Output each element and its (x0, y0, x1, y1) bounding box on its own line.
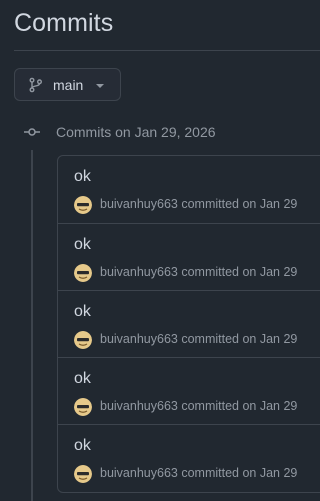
commit-meta: buivanhuy663 committed on Jan 29 (100, 332, 297, 346)
commit-message[interactable]: ok (74, 236, 91, 254)
commit-meta: buivanhuy663 committed on Jan 29 (100, 466, 297, 480)
commit-date: committed on Jan 29 (181, 332, 298, 346)
avatar[interactable] (74, 398, 92, 416)
commit-author[interactable]: buivanhuy663 (100, 197, 178, 211)
commit-list: ok buivanhuy663 committed on Jan 29 ok b… (57, 155, 320, 493)
commit-author[interactable]: buivanhuy663 (100, 265, 178, 279)
commits-page: Commits main Commits on Jan 29, 2026 ok … (0, 0, 320, 501)
branch-name: main (53, 77, 84, 93)
commit-author[interactable]: buivanhuy663 (100, 466, 178, 480)
git-commit-icon (24, 128, 40, 136)
avatar[interactable] (74, 196, 92, 214)
git-branch-icon (29, 77, 42, 93)
commit-author[interactable]: buivanhuy663 (100, 332, 178, 346)
timeline-line (31, 150, 33, 501)
commit-date: committed on Jan 29 (181, 265, 298, 279)
page-title: Commits (14, 9, 114, 37)
commit-row[interactable]: ok buivanhuy663 committed on Jan 29 (58, 424, 320, 491)
commit-row[interactable]: ok buivanhuy663 committed on Jan 29 (58, 223, 320, 290)
commit-message[interactable]: ok (74, 303, 91, 321)
commit-date: committed on Jan 29 (181, 399, 298, 413)
commit-row[interactable]: ok buivanhuy663 committed on Jan 29 (58, 357, 320, 424)
commit-group-heading: Commits on Jan 29, 2026 (56, 124, 216, 140)
commit-meta: buivanhuy663 committed on Jan 29 (100, 265, 297, 279)
commit-row[interactable]: ok buivanhuy663 committed on Jan 29 (58, 290, 320, 357)
commit-date: committed on Jan 29 (181, 466, 298, 480)
branch-select-button[interactable]: main (14, 68, 121, 101)
avatar[interactable] (74, 465, 92, 483)
divider (14, 50, 320, 51)
commit-message[interactable]: ok (74, 370, 91, 388)
commit-author[interactable]: buivanhuy663 (100, 399, 178, 413)
commit-message[interactable]: ok (74, 168, 91, 186)
commit-date: committed on Jan 29 (181, 197, 298, 211)
chevron-down-icon (96, 84, 104, 88)
commit-row[interactable]: ok buivanhuy663 committed on Jan 29 (58, 156, 320, 223)
avatar[interactable] (74, 331, 92, 349)
commit-meta: buivanhuy663 committed on Jan 29 (100, 399, 297, 413)
commit-meta: buivanhuy663 committed on Jan 29 (100, 197, 297, 211)
avatar[interactable] (74, 264, 92, 282)
commit-message[interactable]: ok (74, 437, 91, 455)
